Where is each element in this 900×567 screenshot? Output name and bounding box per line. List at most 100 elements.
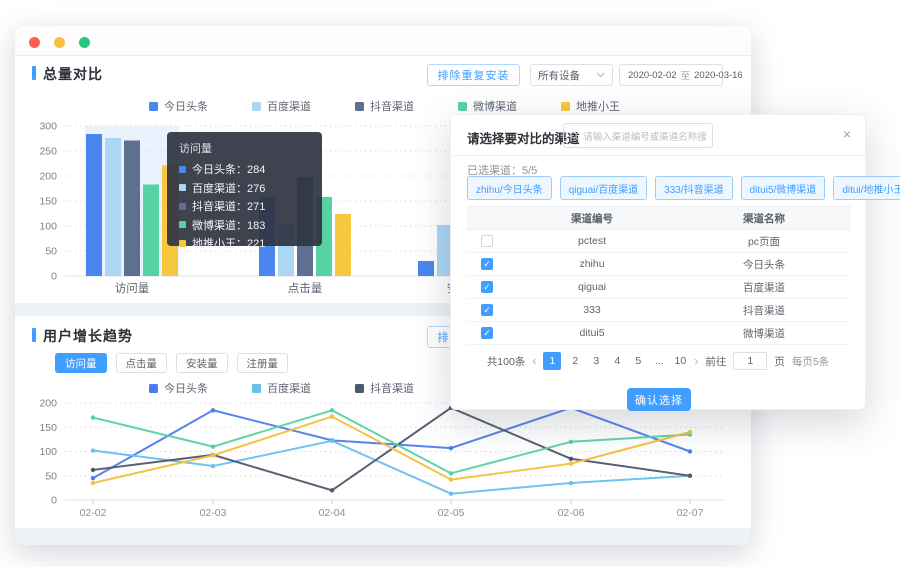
pagination: 共100条 ‹ 1 2 3 4 5... 10 › 前往 1 页 每页5条 xyxy=(451,352,865,370)
date-end: 2020-03-16 xyxy=(694,69,743,81)
selected-channel-tag[interactable]: qiguai/百度渠道 xyxy=(559,176,648,200)
page-number[interactable]: 4 xyxy=(610,352,624,370)
minimize-window-icon[interactable] xyxy=(54,37,65,48)
page-number[interactable]: 10 xyxy=(673,352,687,370)
page-number[interactable]: 1 xyxy=(543,352,562,370)
section-accent-bar xyxy=(32,328,36,342)
svg-text:0: 0 xyxy=(51,271,57,283)
svg-text:0: 0 xyxy=(51,495,57,507)
svg-text:150: 150 xyxy=(39,422,57,434)
chevron-down-icon xyxy=(596,72,605,78)
maximize-window-icon[interactable] xyxy=(79,37,90,48)
legend-item[interactable]: 地推小王 xyxy=(561,98,664,114)
channel-id-cell: zhihu xyxy=(579,258,605,270)
row-checkbox[interactable]: ✓ xyxy=(481,304,493,316)
svg-text:250: 250 xyxy=(39,146,57,158)
legend-marker-icon xyxy=(149,383,158,393)
total-count-label: 共100条 xyxy=(486,355,526,368)
tab-安装量[interactable]: 安装量 xyxy=(176,353,228,373)
tooltip-series-value: 微博渠道：183 xyxy=(192,219,266,232)
selected-channel-tag[interactable]: 333/抖音渠道 xyxy=(655,176,733,200)
prev-page-icon[interactable]: ‹ xyxy=(532,354,536,368)
device-select[interactable]: 所有设备 xyxy=(530,64,613,86)
selected-channel-tag[interactable]: ditui5/微博渠道 xyxy=(740,176,826,200)
checkbox-cell: ✓ xyxy=(467,304,507,316)
tooltip-series-marker-icon xyxy=(179,221,186,229)
legend-marker-icon xyxy=(458,101,467,111)
svg-text:50: 50 xyxy=(45,246,57,258)
row-checkbox[interactable]: ✓ xyxy=(481,327,493,339)
svg-text:02-06: 02-06 xyxy=(558,507,585,519)
legend-item[interactable]: 抖音渠道 xyxy=(355,98,458,114)
svg-text:访问量: 访问量 xyxy=(115,282,150,295)
channel-name-cell: 今日头条 xyxy=(743,258,785,271)
legend-marker-icon xyxy=(149,101,158,111)
checkbox-cell: ✓ xyxy=(467,281,507,293)
channel-table-body: pctest pc页面 ✓ zhihu 今日头条 ✓ qiguai 百度渠道 ✓ 333 抖音渠道 ✓… xyxy=(467,230,851,345)
svg-text:100: 100 xyxy=(39,446,57,458)
legend-label: 微博渠道 xyxy=(473,101,517,113)
svg-text:50: 50 xyxy=(45,470,57,482)
legend-label: 今日头条 xyxy=(164,101,208,113)
channel-name-cell: 微博渠道 xyxy=(743,327,785,340)
metric-tabs: 访问量 点击量 安装量 注册量 xyxy=(55,353,288,373)
channel-id-column-header: 渠道编号 xyxy=(571,212,613,225)
table-row[interactable]: ✓ qiguai 百度渠道 xyxy=(467,276,851,299)
legend-item[interactable]: 微博渠道 xyxy=(458,98,561,114)
date-range-picker[interactable]: 2020-02-02 至 2020-03-16 xyxy=(619,64,743,86)
bar-chart-legend: 今日头条 百度渠道 抖音渠道 微博渠道 地推小王 xyxy=(149,98,664,114)
table-row[interactable]: ✓ 333 抖音渠道 xyxy=(467,299,851,322)
svg-text:02-07: 02-07 xyxy=(677,507,704,519)
per-page-label: 每页5条 xyxy=(791,355,830,368)
legend-label: 百度渠道 xyxy=(267,101,311,113)
checkbox-cell: ✓ xyxy=(467,258,507,270)
channel-name-cell: pc页面 xyxy=(747,235,781,248)
channel-select-modal: 请选择要对比的渠道 请输入渠道编号或渠道名称搜索 × 已选渠道：5/5 zhih… xyxy=(450,114,900,411)
tooltip-rows: 今日头条：284 百度渠道：276 抖音渠道：271 微博渠道：183 地推小王：221 xyxy=(179,160,310,253)
page-number[interactable]: 2 xyxy=(568,352,582,370)
date-start: 2020-02-02 xyxy=(628,69,677,81)
selected-channel-tag[interactable]: ditui/地推小王 xyxy=(833,176,900,200)
page-number[interactable]: 3 xyxy=(589,352,603,370)
tab-访问量[interactable]: 访问量 xyxy=(55,353,107,373)
channel-id-cell: 333 xyxy=(583,304,601,316)
legend-marker-icon xyxy=(355,383,364,393)
next-page-icon[interactable]: › xyxy=(694,354,698,368)
tab-点击量[interactable]: 点击量 xyxy=(115,353,167,373)
close-window-icon[interactable] xyxy=(29,37,40,48)
channel-search-input[interactable]: 请输入渠道编号或渠道名称搜索 xyxy=(563,123,713,148)
svg-text:100: 100 xyxy=(39,221,57,233)
confirm-selection-button[interactable]: 确认选择 xyxy=(627,388,691,411)
exclude-duplicate-install-button[interactable]: 排除重复安装 xyxy=(427,64,520,86)
close-icon[interactable]: × xyxy=(843,125,851,143)
svg-text:02-03: 02-03 xyxy=(200,507,227,519)
legend-item[interactable]: 百度渠道 xyxy=(252,98,355,114)
tooltip-row: 微博渠道：183 xyxy=(179,216,310,235)
row-checkbox[interactable]: ✓ xyxy=(481,281,493,293)
legend-label: 抖音渠道 xyxy=(370,101,414,113)
table-row[interactable]: ✓ zhihu 今日头条 xyxy=(467,253,851,276)
tab-注册量[interactable]: 注册量 xyxy=(236,353,288,373)
tooltip-row: 地推小王：221 xyxy=(179,234,310,253)
legend-label: 地推小王 xyxy=(576,101,620,113)
page-number[interactable]: 5 xyxy=(631,352,645,370)
svg-text:200: 200 xyxy=(39,398,57,410)
row-checkbox[interactable]: ✓ xyxy=(481,258,493,270)
legend-item[interactable]: 今日头条 xyxy=(149,98,252,114)
goto-page-input[interactable]: 1 xyxy=(733,352,768,370)
svg-text:150: 150 xyxy=(39,196,57,208)
svg-text:300: 300 xyxy=(39,121,57,133)
tooltip-series-marker-icon xyxy=(179,239,186,247)
table-row[interactable]: ✓ ditui5 微博渠道 xyxy=(467,322,851,345)
row-checkbox[interactable] xyxy=(481,235,493,247)
svg-text:点击量: 点击量 xyxy=(288,282,323,295)
selected-channel-tag[interactable]: zhihu/今日头条 xyxy=(467,176,552,200)
date-separator: 至 xyxy=(680,71,691,82)
svg-text:02-02: 02-02 xyxy=(80,507,107,519)
line-chart[interactable]: 0 50 100 150 200 02-02 02-03 02-04 02-05 02-06 02-… xyxy=(15,393,750,523)
table-row[interactable]: pctest pc页面 xyxy=(467,230,851,253)
section-accent-bar xyxy=(32,66,36,80)
tooltip-series-marker-icon xyxy=(179,202,186,210)
tooltip-series-value: 地推小王：221 xyxy=(192,238,266,251)
page-label: 页 xyxy=(774,355,785,368)
